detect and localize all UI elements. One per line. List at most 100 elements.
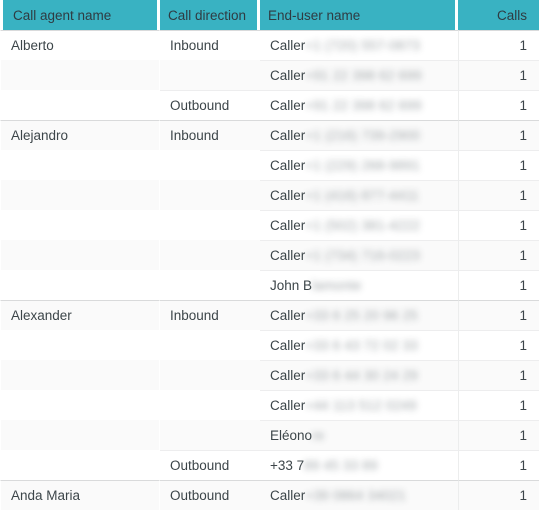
call-report-table: Call agent name Call direction End-user … — [0, 0, 539, 510]
cell-end-user-name: Caller +44 113 512 0249 — [260, 390, 458, 420]
cell-call-agent-name — [0, 150, 160, 180]
cell-call-direction — [160, 420, 260, 450]
cell-end-user-name: Caller +1 (502) 381-4222 — [260, 210, 458, 240]
cell-call-direction — [160, 150, 260, 180]
end-user-name-redacted: +91 22 398 62 699 — [305, 98, 422, 113]
cell-calls-count: 1 — [458, 210, 539, 240]
cell-end-user-name: Caller +1 (734) 716-0223 — [260, 240, 458, 270]
table-row[interactable]: Alberto Inbound Caller +1 (720) 557-0873 1 — [0, 30, 539, 60]
cell-calls-count: 1 — [458, 150, 539, 180]
cell-call-direction: Outbound — [160, 90, 260, 120]
cell-calls-count: 1 — [458, 330, 539, 360]
cell-end-user-name: Caller +1 (720) 557-0873 — [260, 30, 458, 60]
cell-end-user-name: Caller +91 22 398 62 699 — [260, 60, 458, 90]
cell-call-agent-name — [0, 210, 160, 240]
table-body: Alberto Inbound Caller +1 (720) 557-0873 1 C… — [0, 30, 539, 510]
end-user-name-redacted: +1 (416) 877-4411 — [305, 188, 420, 203]
cell-call-agent-name — [0, 420, 160, 450]
end-user-name-redacted: +33 6 43 72 02 33 — [305, 338, 418, 353]
table-row[interactable]: Caller +1 (416) 877-4411 1 — [0, 180, 539, 210]
table-row[interactable]: Outbound Caller +91 22 398 62 699 1 — [0, 90, 539, 120]
cell-call-direction — [160, 330, 260, 360]
column-header-call-direction[interactable]: Call direction — [160, 0, 260, 30]
cell-end-user-name: +33 7 89 45 33 89 — [260, 450, 458, 480]
end-user-name-redacted: +1 (216) 739-2900 — [305, 128, 421, 143]
table-row[interactable]: Caller +1 (502) 381-4222 1 — [0, 210, 539, 240]
header-row: Call agent name Call direction End-user … — [0, 0, 539, 30]
cell-call-agent-name — [0, 60, 160, 90]
cell-call-agent-name — [0, 330, 160, 360]
end-user-name-visible: Caller — [270, 128, 306, 143]
cell-call-direction: Inbound — [160, 30, 260, 60]
table-row[interactable]: Caller +33 6 44 30 24 29 1 — [0, 360, 539, 390]
table-row[interactable]: Alexander Inbound Caller +33 6 25 20 96 25… — [0, 300, 539, 330]
cell-calls-count: 1 — [458, 360, 539, 390]
cell-end-user-name: Caller +91 22 398 62 699 — [260, 90, 458, 120]
cell-calls-count: 1 — [458, 420, 539, 450]
table-row[interactable]: Caller +1 (229) 268-9891 1 — [0, 150, 539, 180]
end-user-name-redacted: +33 6 44 30 24 29 — [305, 368, 418, 383]
end-user-name-visible: John B — [270, 278, 313, 293]
cell-call-direction — [160, 60, 260, 90]
end-user-name-visible: Caller — [270, 218, 306, 233]
end-user-name-redacted: 89 45 33 89 — [304, 458, 378, 473]
cell-call-agent-name — [0, 90, 160, 120]
cell-calls-count: 1 — [458, 270, 539, 300]
column-header-end-user-name[interactable]: End-user name — [260, 0, 458, 30]
cell-call-direction: Outbound — [160, 480, 260, 510]
table-row[interactable]: Anda Maria Outbound Caller +39 0864 34021 1 — [0, 480, 539, 510]
end-user-name-redacted: re — [312, 428, 325, 443]
cell-call-direction — [160, 210, 260, 240]
end-user-name-visible: Caller — [270, 338, 306, 353]
cell-calls-count: 1 — [458, 60, 539, 90]
cell-end-user-name: Caller +1 (216) 739-2900 — [260, 120, 458, 150]
cell-end-user-name: Eléonore — [260, 420, 458, 450]
cell-calls-count: 1 — [458, 90, 539, 120]
end-user-name-visible: Caller — [270, 158, 306, 173]
cell-call-agent-name — [0, 270, 160, 300]
cell-call-agent-name — [0, 390, 160, 420]
cell-end-user-name: Caller +39 0864 34021 — [260, 480, 458, 510]
cell-end-user-name: Caller +33 6 43 72 02 33 — [260, 330, 458, 360]
end-user-name-visible: Caller — [270, 248, 306, 263]
cell-end-user-name: Caller +1 (416) 877-4411 — [260, 180, 458, 210]
cell-calls-count: 1 — [458, 240, 539, 270]
end-user-name-visible: Caller — [270, 368, 306, 383]
cell-calls-count: 1 — [458, 300, 539, 330]
table-row[interactable]: John Blamonte 1 — [0, 270, 539, 300]
cell-call-direction — [160, 240, 260, 270]
cell-end-user-name: Caller +1 (229) 268-9891 — [260, 150, 458, 180]
cell-call-direction: Outbound — [160, 450, 260, 480]
end-user-name-visible: Caller — [270, 188, 306, 203]
end-user-name-redacted: +1 (229) 268-9891 — [305, 158, 421, 173]
cell-call-direction: Inbound — [160, 120, 260, 150]
cell-call-agent-name — [0, 240, 160, 270]
table-row[interactable]: Caller +91 22 398 62 699 1 — [0, 60, 539, 90]
column-header-calls[interactable]: Calls — [458, 0, 539, 30]
cell-call-direction: Inbound — [160, 300, 260, 330]
table-row[interactable]: Caller +44 113 512 0249 1 — [0, 390, 539, 420]
end-user-name-visible: Caller — [270, 98, 306, 113]
cell-end-user-name: John Blamonte — [260, 270, 458, 300]
table-row[interactable]: Caller +33 6 43 72 02 33 1 — [0, 330, 539, 360]
end-user-name-visible: Caller — [270, 398, 306, 413]
table-row[interactable]: Outbound +33 7 89 45 33 89 1 — [0, 450, 539, 480]
end-user-name-redacted: +1 (720) 557-0873 — [305, 38, 421, 53]
cell-call-direction — [160, 390, 260, 420]
column-header-call-agent-name[interactable]: Call agent name — [0, 0, 160, 30]
cell-calls-count: 1 — [458, 480, 539, 510]
table-header: Call agent name Call direction End-user … — [0, 0, 539, 30]
cell-calls-count: 1 — [458, 180, 539, 210]
end-user-name-redacted: +1 (734) 716-0223 — [305, 248, 421, 263]
cell-calls-count: 1 — [458, 390, 539, 420]
end-user-name-redacted: +1 (502) 381-4222 — [305, 218, 421, 233]
table-row[interactable]: Eléonore 1 — [0, 420, 539, 450]
table-row[interactable]: Alejandro Inbound Caller +1 (216) 739-2900… — [0, 120, 539, 150]
cell-call-direction — [160, 180, 260, 210]
cell-call-direction — [160, 270, 260, 300]
end-user-name-redacted: +91 22 398 62 699 — [305, 68, 422, 83]
end-user-name-redacted: lamonte — [312, 278, 362, 293]
cell-call-agent-name — [0, 450, 160, 480]
table-row[interactable]: Caller +1 (734) 716-0223 1 — [0, 240, 539, 270]
end-user-name-redacted: +33 6 25 20 96 25 — [305, 308, 418, 323]
